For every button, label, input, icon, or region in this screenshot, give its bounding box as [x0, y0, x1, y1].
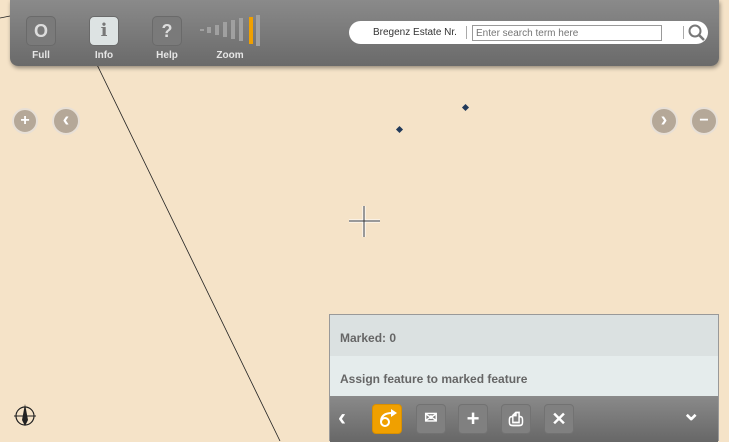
- north-arrow-icon: [14, 404, 36, 426]
- help-label: Help: [156, 50, 178, 61]
- chevron-left-icon: ‹: [62, 109, 70, 131]
- email-button[interactable]: ✉: [416, 404, 446, 434]
- help-button[interactable]: ?: [152, 16, 182, 46]
- marking-panel: Marked: 0 Assign feature to marked featu…: [329, 314, 719, 442]
- info-icon: i: [100, 20, 108, 41]
- pan-right-button[interactable]: ›: [650, 107, 678, 135]
- info-button[interactable]: i: [89, 16, 119, 46]
- search-input[interactable]: [472, 25, 662, 41]
- close-icon: ✕: [551, 409, 567, 429]
- panel-toolbar: ‹ ✉ + ⎙ ✕ ⌄: [330, 396, 718, 442]
- add-button[interactable]: +: [458, 404, 488, 434]
- full-extent-button[interactable]: O: [26, 16, 56, 46]
- zoom-in-button[interactable]: +: [12, 108, 38, 134]
- plus-icon: +: [466, 406, 480, 431]
- search-layer-label[interactable]: Bregenz Estate Nr.: [373, 27, 457, 38]
- search-box: Bregenz Estate Nr.: [349, 21, 708, 44]
- print-button[interactable]: ⎙: [501, 404, 531, 434]
- assign-feature-item[interactable]: Assign feature to marked feature: [330, 356, 718, 396]
- panel-back-button[interactable]: ‹: [338, 404, 346, 432]
- printer-icon: ⎙: [508, 409, 524, 429]
- clear-button[interactable]: ✕: [544, 404, 574, 434]
- pan-left-button[interactable]: ‹: [52, 107, 80, 135]
- zoom-slider-handle[interactable]: [249, 17, 253, 44]
- map-point: [395, 125, 404, 134]
- link-arrow-icon: [380, 409, 397, 427]
- collapse-panel-button[interactable]: ⌄: [682, 400, 700, 426]
- info-label: Info: [94, 50, 114, 61]
- minus-icon: −: [699, 112, 709, 129]
- zoom-label: Zoom: [216, 50, 244, 61]
- search-icon[interactable]: [688, 24, 706, 42]
- full-label: Full: [32, 50, 50, 61]
- help-icon: ?: [161, 21, 173, 41]
- circle-icon: O: [33, 21, 48, 41]
- parcel-boundary-line: [84, 39, 281, 441]
- map-point: [461, 103, 470, 112]
- envelope-icon: ✉: [424, 410, 438, 427]
- plus-icon: +: [20, 112, 30, 129]
- parcel-boundary-corner: [0, 15, 11, 19]
- main-toolbar: O Full i Info ? Help Zoom Bregenz Estate…: [10, 0, 719, 66]
- marked-count: Marked: 0: [330, 315, 718, 356]
- assign-button[interactable]: [372, 404, 402, 434]
- zoom-slider[interactable]: [200, 14, 260, 46]
- chevron-right-icon: ›: [660, 109, 668, 131]
- crosshair-icon: [349, 206, 380, 237]
- zoom-out-button[interactable]: −: [690, 107, 718, 135]
